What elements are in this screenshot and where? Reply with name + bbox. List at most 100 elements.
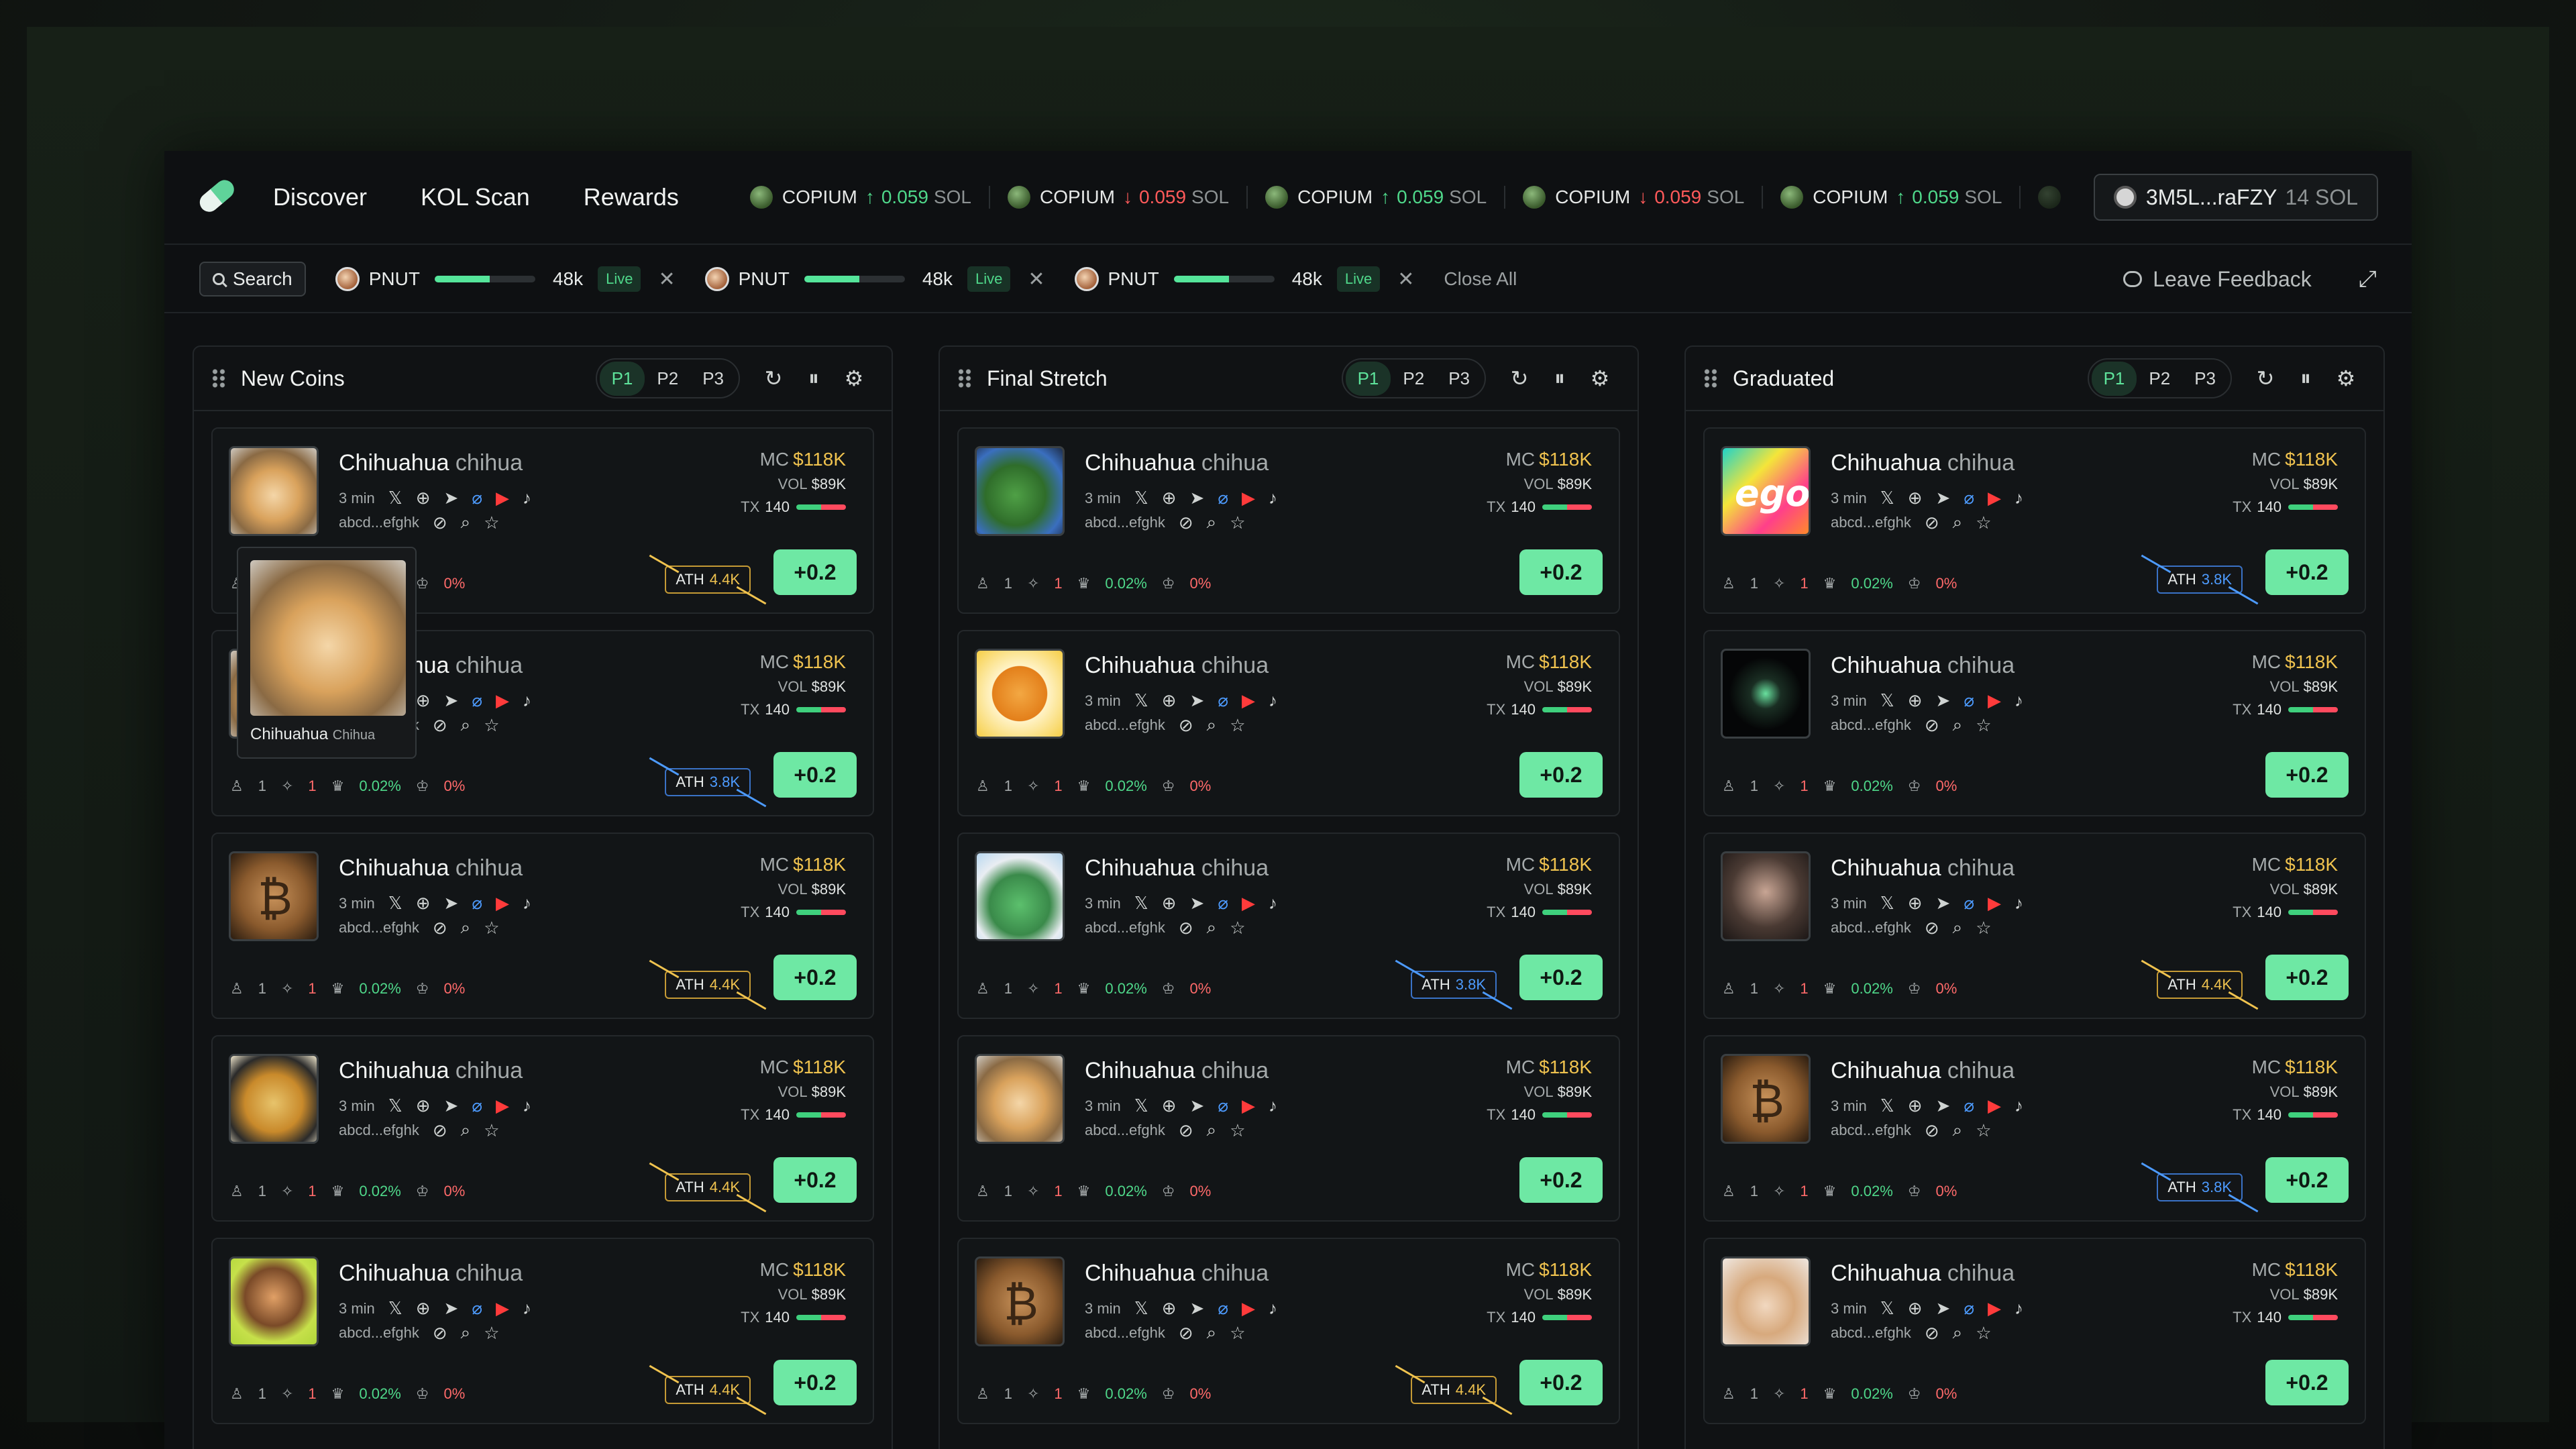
youtube-icon[interactable]: ▶	[1988, 1298, 2001, 1319]
nav-kol-scan[interactable]: KOL Scan	[421, 183, 530, 211]
expand-icon[interactable]: ⤢	[2359, 266, 2377, 292]
telegram-icon[interactable]: ➤	[1936, 690, 1951, 711]
tiktok-icon[interactable]: ♪	[2015, 488, 2023, 508]
coin-address[interactable]: abcd...efghk	[1831, 514, 1911, 531]
coin-address[interactable]: abcd...efghk	[339, 1324, 419, 1342]
drag-handle-icon[interactable]	[211, 368, 226, 388]
coin-address[interactable]: abcd...efghk	[339, 919, 419, 936]
tab-p3[interactable]: P3	[1436, 362, 1482, 396]
pause-icon[interactable]: ⏸	[1540, 358, 1580, 398]
globe-icon[interactable]: ⊕	[1162, 690, 1177, 711]
tab-p3[interactable]: P3	[2182, 362, 2228, 396]
search-icon[interactable]: ⌕	[1207, 512, 1217, 533]
coin-thumbnail[interactable]	[229, 1054, 319, 1144]
x-twitter-icon[interactable]: 𝕏	[1134, 488, 1148, 508]
globe-icon[interactable]: ⊕	[1908, 488, 1923, 508]
x-twitter-icon[interactable]: 𝕏	[1134, 1095, 1148, 1116]
coin-address[interactable]: abcd...efghk	[1085, 514, 1165, 531]
x-twitter-icon[interactable]: 𝕏	[1880, 488, 1894, 508]
telegram-icon[interactable]: ➤	[444, 690, 459, 711]
tiktok-icon[interactable]: ♪	[523, 893, 531, 914]
tab-p2[interactable]: P2	[1391, 362, 1436, 396]
x-twitter-icon[interactable]: 𝕏	[388, 893, 402, 914]
position-chip[interactable]: PNUT 48k Live ✕	[1074, 266, 1414, 292]
nav-rewards[interactable]: Rewards	[584, 183, 679, 211]
star-icon[interactable]: ☆	[484, 918, 499, 938]
tiktok-icon[interactable]: ♪	[2015, 893, 2023, 914]
youtube-icon[interactable]: ▶	[496, 893, 509, 914]
youtube-icon[interactable]: ▶	[1242, 488, 1255, 508]
x-twitter-icon[interactable]: 𝕏	[1134, 690, 1148, 711]
tiktok-icon[interactable]: ♪	[523, 488, 531, 508]
pump-icon[interactable]: ⌀	[1218, 1298, 1228, 1319]
star-icon[interactable]: ☆	[1976, 1323, 1991, 1344]
ticker-item[interactable]: COPIUM ↑ 0.059 SOL	[733, 186, 990, 209]
pump-icon[interactable]: ⌀	[472, 1095, 482, 1116]
coin-card[interactable]: ego Chihuahua chihua 3 min 𝕏 ⊕ ➤ ⌀ ▶ ♪ abcd...efg…	[1703, 427, 2366, 614]
coin-thumbnail[interactable]: ego	[1721, 446, 1811, 536]
globe-icon[interactable]: ⊕	[1162, 488, 1177, 508]
tiktok-icon[interactable]: ♪	[523, 1298, 531, 1319]
star-icon[interactable]: ☆	[484, 513, 499, 533]
globe-icon[interactable]: ⊕	[416, 690, 431, 711]
hide-icon[interactable]: ⊘	[1925, 1120, 1939, 1141]
pump-icon[interactable]: ⌀	[1218, 1095, 1228, 1116]
globe-icon[interactable]: ⊕	[1908, 893, 1923, 914]
drag-handle-icon[interactable]	[1703, 368, 1718, 388]
quick-buy-button[interactable]: +0.2	[2265, 1157, 2349, 1203]
close-icon[interactable]: ✕	[1397, 268, 1414, 291]
coin-thumbnail[interactable]	[975, 1054, 1065, 1144]
coin-thumbnail[interactable]	[975, 446, 1065, 536]
globe-icon[interactable]: ⊕	[1908, 690, 1923, 711]
coin-thumbnail[interactable]: ₿	[1721, 1054, 1811, 1144]
x-twitter-icon[interactable]: 𝕏	[1880, 1095, 1894, 1116]
search-icon[interactable]: ⌕	[461, 512, 471, 533]
star-icon[interactable]: ☆	[1976, 918, 1991, 938]
hide-icon[interactable]: ⊘	[1179, 918, 1193, 938]
hide-icon[interactable]: ⊘	[433, 513, 447, 533]
coin-card[interactable]: Chihuahua chihua 3 min 𝕏 ⊕ ➤ ⌀ ▶ ♪ abcd...efghk ⊘…	[957, 1035, 1620, 1222]
pump-icon[interactable]: ⌀	[1964, 1298, 1974, 1319]
pause-icon[interactable]: ⏸	[2286, 358, 2326, 398]
quick-buy-button[interactable]: +0.2	[1519, 1157, 1603, 1203]
telegram-icon[interactable]: ➤	[444, 893, 459, 914]
tab-p1[interactable]: P1	[1345, 361, 1391, 396]
coin-card[interactable]: Chihuahua chihua 3 min 𝕏 ⊕ ➤ ⌀ ▶ ♪ abcd...efghk ⊘…	[957, 427, 1620, 614]
quick-buy-button[interactable]: +0.2	[2265, 1360, 2349, 1405]
hide-icon[interactable]: ⊘	[1925, 1323, 1939, 1344]
close-all-button[interactable]: Close All	[1444, 268, 1517, 290]
youtube-icon[interactable]: ▶	[1988, 893, 2001, 914]
hide-icon[interactable]: ⊘	[1179, 1120, 1193, 1141]
search-button[interactable]: Search	[199, 262, 306, 297]
star-icon[interactable]: ☆	[1230, 918, 1245, 938]
search-icon[interactable]: ⌕	[1207, 917, 1217, 938]
coin-card[interactable]: Chihuahua chihua 3 min 𝕏 ⊕ ➤ ⌀ ▶ ♪ abcd...efghk ⊘…	[1703, 1238, 2366, 1424]
youtube-icon[interactable]: ▶	[1242, 1298, 1255, 1319]
search-icon[interactable]: ⌕	[1953, 512, 1963, 533]
youtube-icon[interactable]: ▶	[1242, 893, 1255, 914]
search-icon[interactable]: ⌕	[1953, 1120, 1963, 1141]
coin-card[interactable]: ₿ Chihuahua chihua 3 min 𝕏 ⊕ ➤ ⌀ ▶ ♪ abcd...efghk…	[1703, 1035, 2366, 1222]
search-icon[interactable]: ⌕	[1953, 1322, 1963, 1344]
search-icon[interactable]: ⌕	[461, 917, 471, 938]
globe-icon[interactable]: ⊕	[1162, 1095, 1177, 1116]
coin-card[interactable]: Chihuahua chihua 3 min 𝕏 ⊕ ➤ ⌀ ▶ ♪ abcd...efghk ⊘…	[211, 427, 874, 759]
quick-buy-button[interactable]: +0.2	[2265, 955, 2349, 1000]
coin-address[interactable]: abcd...efghk	[1831, 1122, 1911, 1139]
search-icon[interactable]: ⌕	[1953, 714, 1963, 736]
telegram-icon[interactable]: ➤	[444, 488, 459, 508]
tiktok-icon[interactable]: ♪	[2015, 1298, 2023, 1319]
coin-thumbnail[interactable]	[1721, 851, 1811, 941]
tiktok-icon[interactable]: ♪	[2015, 1095, 2023, 1116]
coin-address[interactable]: abcd...efghk	[1085, 919, 1165, 936]
youtube-icon[interactable]: ▶	[1242, 1095, 1255, 1116]
search-icon[interactable]: ⌕	[1953, 917, 1963, 938]
hide-icon[interactable]: ⊘	[1925, 513, 1939, 533]
pump-icon[interactable]: ⌀	[472, 488, 482, 508]
coin-card[interactable]: Chihuahua chihua 3 min 𝕏 ⊕ ➤ ⌀ ▶ ♪ abcd...efghk ⊘…	[211, 1238, 874, 1424]
leave-feedback-button[interactable]: Leave Feedback	[2123, 267, 2312, 292]
pump-icon[interactable]: ⌀	[472, 690, 482, 711]
tiktok-icon[interactable]: ♪	[2015, 690, 2023, 711]
nav-discover[interactable]: Discover	[273, 183, 367, 211]
quick-buy-button[interactable]: +0.2	[2265, 752, 2349, 798]
